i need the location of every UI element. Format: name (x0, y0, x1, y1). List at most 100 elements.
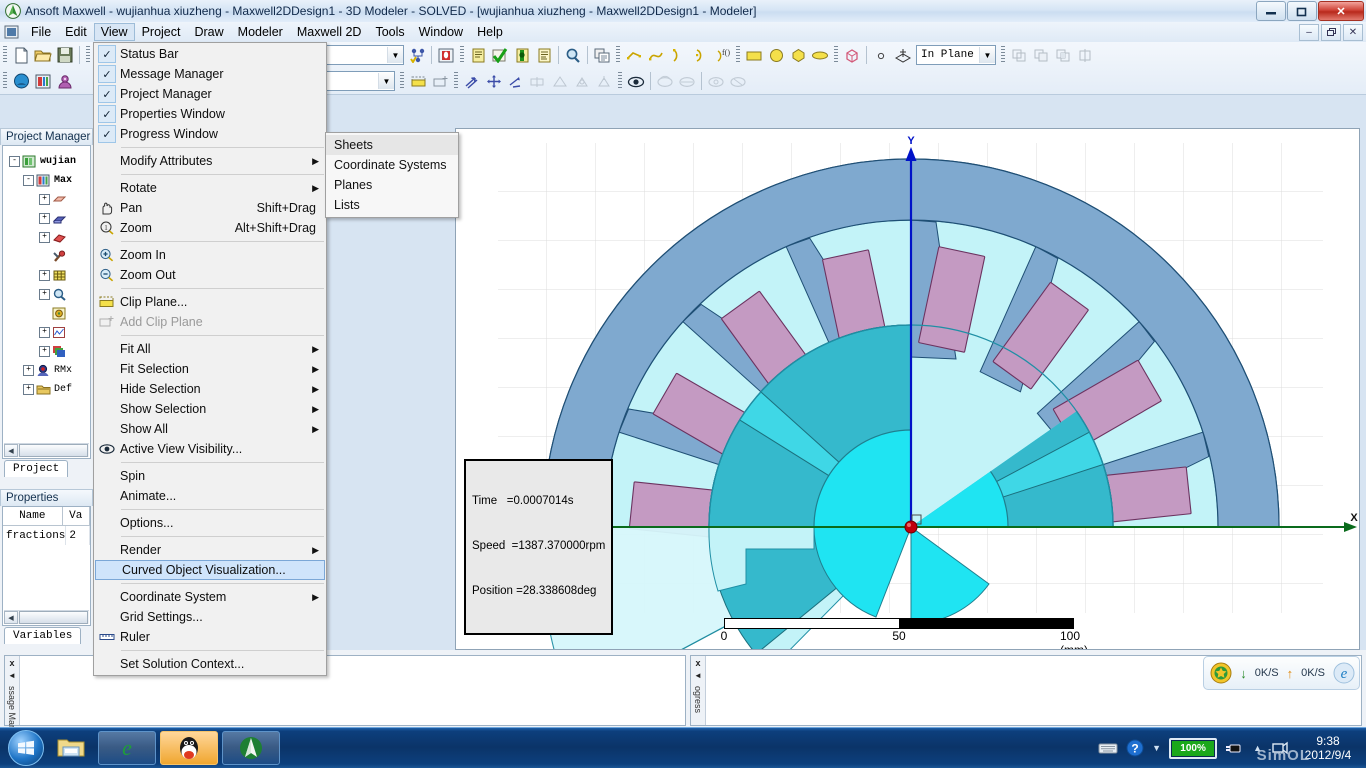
pin-icon[interactable]: ◄ (8, 671, 16, 680)
menu-item-fit-selection[interactable]: Fit Selection ▶ (94, 359, 326, 379)
menu-item-options[interactable]: Options... (94, 513, 326, 533)
pin-icon[interactable]: ◄ (694, 671, 702, 680)
tree-expander[interactable]: - (9, 156, 20, 167)
toolbar-grip[interactable] (460, 46, 464, 64)
toolbar-grip[interactable] (454, 72, 458, 90)
circle-icon[interactable] (765, 44, 787, 66)
magnifier-icon[interactable] (562, 44, 584, 66)
menu-item-zoom[interactable]: 1 Zoom Alt+Shift+Drag (94, 218, 326, 238)
new-document-icon[interactable] (10, 44, 32, 66)
box-icon[interactable] (841, 44, 863, 66)
tree-expander[interactable]: + (39, 194, 50, 205)
spline-icon[interactable] (645, 44, 667, 66)
ansoft-app-icon[interactable] (10, 70, 32, 92)
scroll-thumb[interactable] (19, 444, 88, 457)
plane-icon[interactable] (892, 44, 914, 66)
toolbar-grip[interactable] (616, 46, 620, 64)
checkmark-icon[interactable]: ✓ (98, 85, 116, 103)
battery-indicator[interactable]: 100% (1169, 737, 1218, 759)
tree-item-optimetrics[interactable] (3, 304, 90, 323)
user-icon[interactable] (54, 70, 76, 92)
menu-item-show-all[interactable]: Show All ▶ (94, 419, 326, 439)
project-tree[interactable]: - wujian - Max + + + + + + + + RMx + Def (3, 146, 90, 399)
tree-item-definitions[interactable]: + Def (3, 380, 90, 399)
internet-explorer-icon[interactable]: e (1333, 662, 1355, 684)
menu-item-show-selection[interactable]: Show Selection ▶ (94, 399, 326, 419)
toolbar-grip[interactable] (834, 46, 838, 64)
submenu-item-planes[interactable]: Planes (326, 175, 458, 195)
modeler-viewport[interactable]: Y X Time =0.0007014s Speed =1387.370000r… (456, 129, 1359, 649)
menu-item-pan[interactable]: Pan Shift+Drag (94, 198, 326, 218)
menu-item-coordinate-system[interactable]: Coordinate System ▶ (94, 587, 326, 607)
tree-expander[interactable]: + (23, 365, 34, 376)
checkmark-icon[interactable]: ✓ (98, 65, 116, 83)
keyboard-icon[interactable] (1098, 741, 1118, 755)
mdi-restore-button[interactable] (1321, 24, 1341, 41)
tree-item-field-overlays[interactable]: + (3, 342, 90, 361)
menu-item-curved-object-visualization[interactable]: Curved Object Visualization... (95, 560, 325, 580)
table-row[interactable]: fractions 2 (3, 526, 90, 545)
rectangle-icon[interactable] (743, 44, 765, 66)
menu-item-clip-plane[interactable]: Clip Plane... (94, 292, 326, 312)
menu-view[interactable]: View (93, 23, 135, 41)
add-clip-plane-icon[interactable] (429, 70, 451, 92)
mdi-close-button[interactable]: ✕ (1343, 24, 1363, 41)
line-icon[interactable] (623, 44, 645, 66)
polygon-icon[interactable] (787, 44, 809, 66)
menu-item-fit-all[interactable]: Fit All ▶ (94, 339, 326, 359)
menu-item-set-solution-context[interactable]: Set Solution Context... (94, 654, 326, 674)
menu-item-properties-window[interactable]: ✓ Properties Window (94, 104, 326, 124)
menu-help[interactable]: Help (470, 23, 510, 41)
taskbar-button-internet-explorer[interactable]: e (98, 731, 156, 765)
eye-icon[interactable] (625, 70, 647, 92)
menu-item-active-view-visibility[interactable]: Active View Visibility... (94, 439, 326, 459)
open-folder-icon[interactable] (32, 44, 54, 66)
tree-item-model[interactable]: + (3, 190, 90, 209)
close-icon[interactable]: x (695, 658, 700, 668)
menu-item-message-manager[interactable]: ✓ Message Manager (94, 64, 326, 84)
help-icon[interactable]: ? (1126, 739, 1144, 757)
menu-tools[interactable]: Tools (368, 23, 411, 41)
antivirus-shield-icon[interactable] (1210, 662, 1232, 684)
mdi-minimize-button[interactable]: – (1299, 24, 1319, 41)
equation-curve-icon[interactable]: f() (711, 44, 733, 66)
properties-hscrollbar[interactable]: ◀ (4, 610, 89, 624)
menu-file[interactable]: File (24, 23, 58, 41)
close-button[interactable]: ✕ (1318, 1, 1364, 21)
clip-plane-icon[interactable] (407, 70, 429, 92)
windows-start-orb-icon[interactable] (2, 730, 50, 766)
checkmark-icon[interactable]: ✓ (98, 125, 116, 143)
tab-variables[interactable]: Variables (4, 627, 82, 644)
menu-item-animate[interactable]: Animate... (94, 486, 326, 506)
scroll-left-button[interactable]: ◀ (4, 611, 18, 624)
validate-icon[interactable] (467, 44, 489, 66)
menu-modeler[interactable]: Modeler (231, 23, 290, 41)
tree-item-project[interactable]: - wujian (3, 152, 90, 171)
toolbar-grip[interactable] (736, 46, 740, 64)
design-icon[interactable] (32, 70, 54, 92)
toolbar-grip[interactable] (3, 72, 7, 90)
taskbar-button-qq[interactable] (160, 731, 218, 765)
tree-item-results[interactable]: + (3, 323, 90, 342)
report-icon[interactable] (533, 44, 555, 66)
tree-expander[interactable]: + (23, 384, 34, 395)
toolbar-grip[interactable] (400, 72, 404, 90)
network-speed-popup[interactable]: ↓ 0K/S ↑ 0K/S e (1203, 656, 1360, 690)
tree-item-rmxprt[interactable]: + RMx (3, 361, 90, 380)
scroll-left-button[interactable]: ◀ (4, 444, 18, 457)
menu-item-hide-selection[interactable]: Hide Selection ▶ (94, 379, 326, 399)
scroll-thumb[interactable] (19, 611, 88, 624)
chevron-down-icon[interactable]: ▼ (979, 47, 995, 63)
toolbar-grip[interactable] (1001, 46, 1005, 64)
tree-expander[interactable]: + (39, 270, 50, 281)
menu-project[interactable]: Project (135, 23, 188, 41)
submenu-item-sheets[interactable]: Sheets (326, 135, 458, 155)
taskbar-button-maxwell[interactable] (222, 731, 280, 765)
arc-3pt-icon[interactable] (689, 44, 711, 66)
tree-expander[interactable]: + (39, 213, 50, 224)
tree-expander[interactable]: + (39, 346, 50, 357)
menu-maxwell-2d[interactable]: Maxwell 2D (290, 23, 369, 41)
tree-item-analysis[interactable]: + (3, 285, 90, 304)
checkmark-icon[interactable]: ✓ (98, 45, 116, 63)
menu-edit[interactable]: Edit (58, 23, 94, 41)
